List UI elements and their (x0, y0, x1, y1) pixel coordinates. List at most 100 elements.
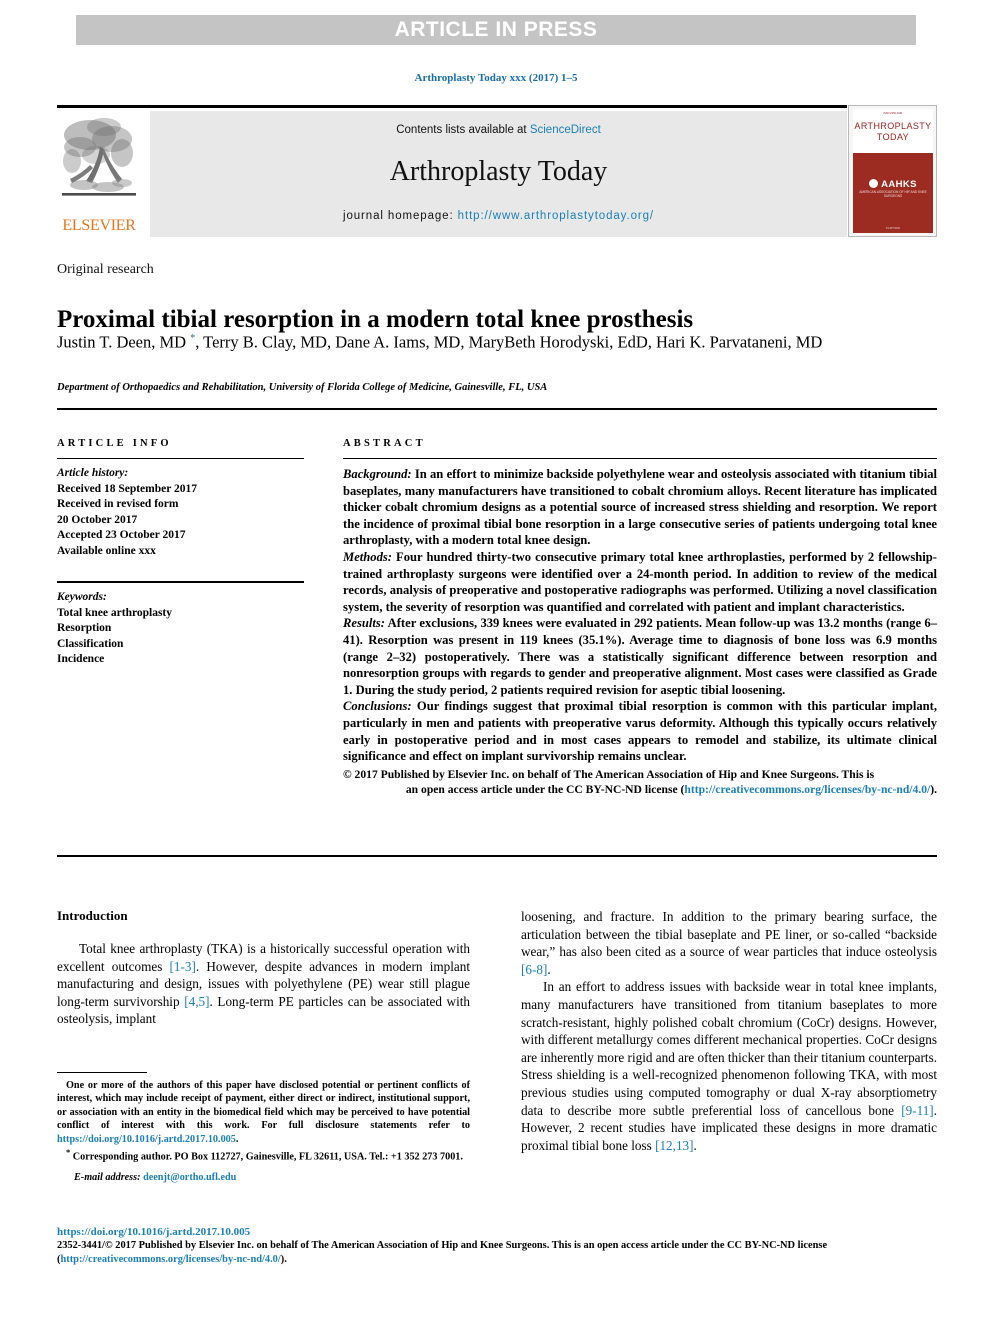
article-in-press-banner: ARTICLE IN PRESS (76, 15, 916, 45)
footer-license-close: ). (280, 1254, 287, 1265)
citation-ref[interactable]: [12,13] (655, 1138, 693, 1153)
article-info-rule (57, 458, 304, 459)
abstract-conclusions-label: Conclusions: (343, 699, 412, 714)
keyword-item: Resorption (57, 622, 112, 634)
email-label: E-mail address: (74, 1171, 141, 1183)
page-footer: https://doi.org/10.1016/j.artd.2017.10.0… (57, 1225, 937, 1267)
citation-ref[interactable]: [6-8] (521, 962, 547, 977)
abstract-heading: ABSTRACT (343, 438, 426, 449)
abstract-conclusions-text: Our findings suggest that proximal tibia… (343, 699, 937, 764)
abstract-results-text: After exclusions, 339 knees were evaluat… (343, 616, 937, 697)
author-email-link[interactable]: deenjt@ortho.ufl.edu (143, 1172, 236, 1183)
keywords-label: Keywords: (57, 591, 107, 603)
author-rest: , Terry B. Clay, MD, Dane A. Iams, MD, M… (195, 332, 823, 352)
footnote-email-line: E-mail address: deenjt@ortho.ufl.edu (74, 1171, 470, 1184)
history-line: 20 October 2017 (57, 513, 138, 526)
intro-paragraph-1: Total knee arthroplasty (TKA) is a histo… (57, 941, 470, 1027)
abstract-methods: Methods: Four hundred thirty-two consecu… (343, 549, 937, 615)
homepage-prefix: journal homepage: (343, 210, 458, 222)
citation-ref[interactable]: [1-3] (170, 959, 196, 974)
body-left-column: Introduction Total knee arthroplasty (TK… (57, 908, 470, 1028)
abstract-background-label: Background: (343, 467, 412, 481)
history-line: Accepted 23 October 2017 (57, 529, 186, 541)
keywords-rule (57, 581, 304, 583)
abstract-results: Results: After exclusions, 339 knees wer… (343, 615, 937, 698)
keyword-item: Classification (57, 637, 124, 650)
elsevier-wordmark: ELSEVIER (62, 217, 136, 234)
footnote-block: One or more of the authors of this paper… (57, 1072, 470, 1184)
abstract-conclusions: Conclusions: Our findings suggest that p… (343, 698, 937, 764)
elsevier-logo: ELSEVIER (57, 111, 141, 237)
cover-issn-text: ISSN 2352-3441 (883, 112, 903, 115)
journal-article-page: ARTICLE IN PRESS Arthroplasty Today xxx … (0, 0, 992, 1323)
footnote-disclosure: One or more of the authors of this paper… (57, 1079, 470, 1146)
cc-license-link[interactable]: http://creativecommons.org/licenses/by-n… (684, 783, 930, 796)
cover-red-block: AAHKS AMERICAN ASSOCIATION OF HIP AND KN… (853, 153, 933, 233)
journal-masthead: ELSEVIER Contents lists available at Sci… (57, 105, 937, 237)
footnote-doi-link[interactable]: https://doi.org/10.1016/j.artd.2017.10.0… (57, 1134, 236, 1145)
cover-title-line2: TODAY (876, 132, 910, 142)
sciencedirect-link[interactable]: ScienceDirect (530, 124, 601, 136)
cover-society-abbr: AAHKS (853, 179, 933, 190)
author-affiliation: Department of Orthopaedics and Rehabilit… (57, 382, 548, 393)
footnote-disclosure-text: One or more of the authors of this paper… (57, 1080, 470, 1132)
footnote-corresponding-author: * Corresponding author. PO Box 112727, G… (57, 1146, 470, 1164)
section-heading-introduction: Introduction (57, 908, 128, 923)
keyword-item: Total knee arthroplasty (57, 606, 173, 619)
abstract-results-label: Results: (343, 616, 385, 631)
contents-available-line: Contents lists available at ScienceDirec… (396, 124, 601, 136)
author-first: Justin T. Deen, MD (57, 332, 191, 352)
abstract-methods-label: Methods: (343, 549, 392, 564)
running-head: Arthroplasty Today xxx (2017) 1–5 (414, 72, 578, 84)
abstract-license-text: an open access article under the CC BY-N… (405, 783, 685, 797)
footer-license-line: 2352-3441/© 2017 Published by Elsevier I… (57, 1239, 937, 1267)
cover-journal-title: ARTHROPLASTY TODAY (853, 121, 933, 143)
article-in-press-label: ARTICLE IN PRESS (394, 18, 598, 41)
footnote-separator-rule (57, 1072, 147, 1073)
journal-title: Arthroplasty Today (389, 156, 608, 187)
footer-cc-link[interactable]: http://creativecommons.org/licenses/by-n… (60, 1254, 280, 1265)
history-line: Available online xxx (57, 544, 156, 557)
citation-ref[interactable]: [9-11] (901, 1103, 933, 1118)
body-right-column: loosening, and fracture. In addition to … (521, 908, 937, 1154)
article-info-column: ARTICLE INFO Article history: Received 1… (57, 438, 304, 668)
abstract-copyright: © 2017 Published by Elsevier Inc. on beh… (343, 767, 937, 798)
journal-cover-thumbnail: ISSN 2352-3441 ARTHROPLASTY TODAY AAHKS … (848, 105, 937, 237)
keyword-item: Incidence (57, 653, 105, 665)
author-list: Justin T. Deen, MD *, Terry B. Clay, MD,… (57, 328, 927, 354)
masthead-center-panel: Contents lists available at ScienceDirec… (150, 111, 847, 237)
abstract-column: ABSTRACT Background: In an effort to min… (343, 438, 937, 798)
article-type-label: Original research (57, 262, 154, 277)
history-line: Received 18 September 2017 (57, 482, 197, 495)
aahks-mark-icon (869, 179, 879, 188)
abstract-background: Background: In an effort to minimize bac… (343, 466, 937, 549)
article-info-heading: ARTICLE INFO (57, 438, 172, 449)
footer-doi-link[interactable]: https://doi.org/10.1016/j.artd.2017.10.0… (57, 1226, 250, 1238)
citation-ref[interactable]: [4,5] (184, 994, 209, 1009)
masthead-top-rule (57, 105, 847, 108)
intro-paragraph-2: In an effort to address issues with back… (521, 979, 937, 1153)
cover-society-full: AMERICAN ASSOCIATION OF HIP AND KNEE SUR… (859, 190, 927, 198)
article-history-label: Article history: (57, 467, 129, 479)
footer-doi-link-wrap: https://doi.org/10.1016/j.artd.2017.10.0… (57, 1225, 937, 1239)
contents-prefix: Contents lists available at (396, 124, 530, 136)
history-line: Received in revised form (57, 498, 179, 510)
journal-homepage-line: journal homepage: http://www.arthroplast… (343, 210, 654, 222)
info-block-top-rule (57, 408, 937, 410)
elsevier-tree-icon (60, 113, 138, 205)
journal-cover-image: ISSN 2352-3441 ARTHROPLASTY TODAY AAHKS … (853, 109, 933, 233)
abstract-copyright-line: © 2017 Published by Elsevier Inc. on beh… (343, 767, 875, 781)
abstract-rule (343, 458, 937, 459)
footnote-disclosure-suffix: . (235, 1133, 239, 1145)
footer-issn-copyright: 2352-3441/© 2017 Published by Elsevier I… (57, 1240, 828, 1251)
abstract-license-suffix: ). (930, 783, 937, 797)
intro-paragraph-1-cont: loosening, and fracture. In addition to … (521, 909, 937, 977)
abstract-methods-text: Four hundred thirty-two consecutive prim… (343, 549, 937, 614)
journal-homepage-link[interactable]: http://www.arthroplastytoday.org/ (458, 210, 654, 222)
info-block-bottom-rule (57, 855, 937, 857)
cover-title-line1: ARTHROPLASTY (854, 121, 932, 131)
cover-publisher-mark: ELSEVIER (885, 226, 901, 230)
abstract-background-text: In an effort to minimize backside polyet… (343, 467, 937, 548)
corresponding-author-text: Corresponding author. PO Box 112727, Gai… (70, 1151, 463, 1163)
